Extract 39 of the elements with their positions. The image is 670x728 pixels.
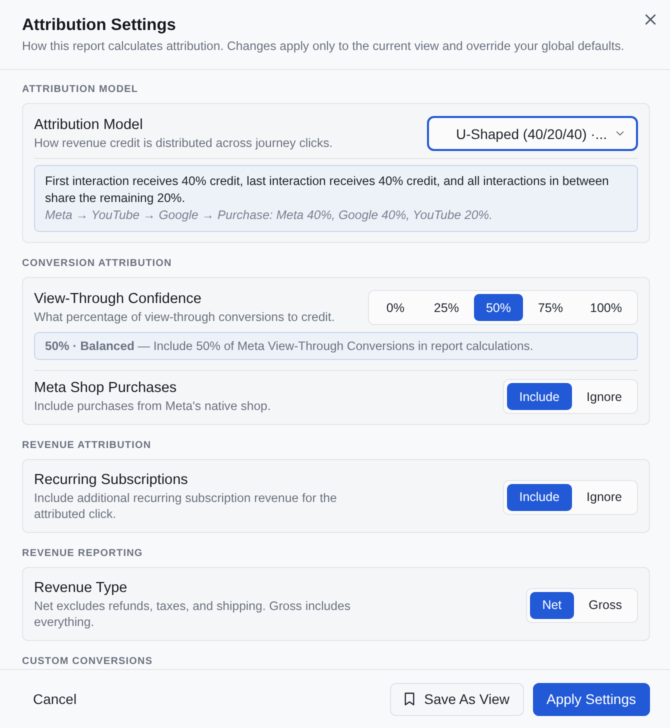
- segment-option[interactable]: Ignore: [574, 383, 634, 410]
- apply-button[interactable]: Apply Settings: [532, 682, 650, 716]
- section-heading: CONVERSION ATTRIBUTION: [22, 258, 172, 270]
- setting-label: Meta Shop Purchases: [34, 380, 178, 396]
- section-heading: REVENUE REPORTING: [22, 548, 143, 560]
- cancel-button[interactable]: Cancel: [22, 682, 88, 716]
- section-heading: CUSTOM CONVERSIONS: [22, 656, 153, 668]
- setting-description: What percentage of view-through conversions to credit.: [34, 308, 335, 324]
- section-heading: REVENUE ATTRIBUTION: [22, 440, 152, 452]
- segment-option[interactable]: Gross: [576, 592, 634, 618]
- setting-label: Attribution Model: [34, 116, 144, 134]
- bookmark-icon: [404, 692, 416, 706]
- segment-option[interactable]: Include: [507, 383, 572, 410]
- chevron-down-icon: [616, 131, 624, 136]
- setting-label: Recurring Subscriptions: [34, 472, 189, 489]
- model-dropdown[interactable]: U-Shaped (40/20/40) ·...: [427, 116, 638, 151]
- segment-option[interactable]: Include: [507, 484, 572, 510]
- section-heading: ATTRIBUTION MODEL: [22, 84, 138, 96]
- segment-option[interactable]: Net: [530, 592, 574, 618]
- segment-option[interactable]: 100%: [578, 294, 634, 321]
- save-view-button[interactable]: Save As View: [390, 682, 524, 716]
- setting-label: View-Through Confidence: [34, 290, 202, 308]
- setting-description: Net excludes refunds, taxes, and shipping. Gross includes everything.: [34, 598, 352, 630]
- segment-option[interactable]: Ignore: [574, 484, 634, 510]
- setting-description: Include additional recurring subscription revenue for the attributed click.: [34, 490, 338, 522]
- summary-text: 50% · Balanced — Include 50% of Meta View-Through Conversions in report calculations.: [45, 338, 534, 354]
- setting-label: Revenue Type: [34, 580, 128, 597]
- note-text: First interaction receives 40% credit, last interaction receives 40% credit, and all interactions in between share the remaining 20%.: [45, 173, 610, 207]
- close-button[interactable]: [644, 13, 656, 25]
- setting-description: How revenue credit is distributed across journey clicks.: [34, 134, 333, 150]
- dialog-subtitle: How this report calculates attribution. Changes apply only to the current view and override your global defaults.: [22, 38, 624, 54]
- example-text: Meta → YouTube → Google → Purchase: Meta 40%, Google 40%, YouTube 20%.: [45, 207, 494, 224]
- dialog-title: Attribution Settings: [22, 15, 177, 36]
- segment-option[interactable]: 0%: [372, 294, 419, 321]
- segment-option[interactable]: 75%: [526, 294, 576, 321]
- segment-option[interactable]: 50%: [474, 294, 523, 321]
- setting-description: Include purchases from Meta's native shop.: [34, 398, 271, 414]
- close-icon: [644, 14, 656, 24]
- segment-option[interactable]: 25%: [422, 294, 471, 321]
